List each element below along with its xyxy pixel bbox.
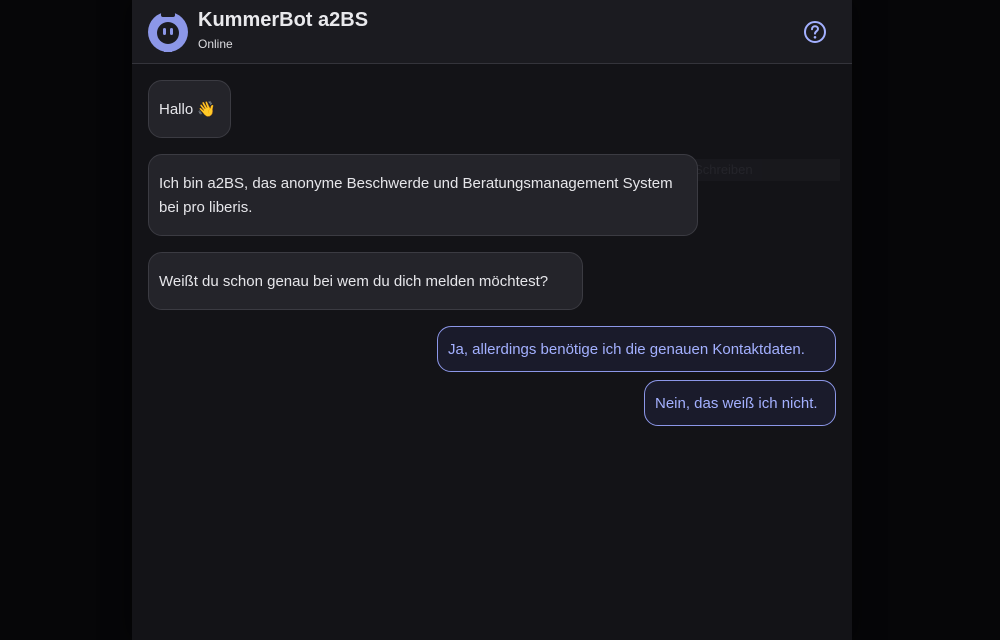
- help-circle-icon[interactable]: [803, 20, 827, 44]
- robot-icon: [148, 12, 188, 52]
- bot-message: Hallo 👋: [148, 80, 231, 138]
- bot-message: Weißt du schon genau bei wem du dich mel…: [148, 252, 583, 310]
- chat-window: KummerBot a2BS Online Zeitpunkt Schreibe…: [132, 0, 852, 640]
- bot-message: Ich bin a2BS, das anonyme Beschwerde und…: [148, 154, 698, 236]
- chat-header: KummerBot a2BS Online: [132, 0, 852, 64]
- bot-name: KummerBot a2BS: [198, 9, 369, 31]
- user-message[interactable]: Nein, das weiß ich nicht.: [644, 380, 836, 426]
- bot-status: Online: [198, 37, 233, 51]
- user-message[interactable]: Ja, allerdings benötige ich die genauen …: [437, 326, 836, 372]
